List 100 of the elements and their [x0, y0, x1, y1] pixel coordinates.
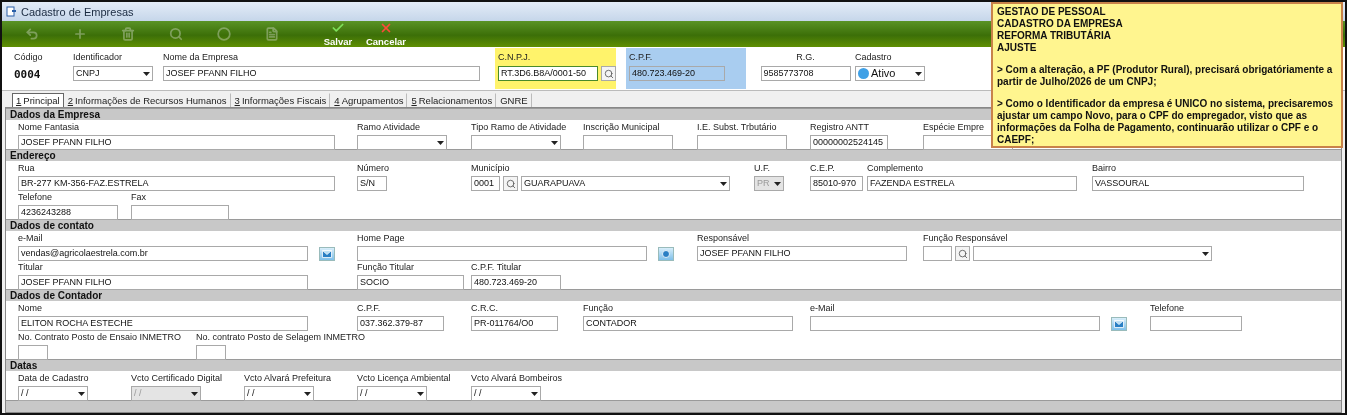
- caret-icon: [531, 391, 538, 396]
- code-field[interactable]: [923, 246, 952, 261]
- caret-icon: [915, 71, 922, 76]
- text-field[interactable]: BR-277 KM-356-FAZ.ESTRELA: [18, 176, 335, 191]
- section-header: Dados de contato: [6, 219, 1341, 231]
- trash-icon: [121, 27, 135, 41]
- note-paragraph: > Com a alteração, a PF (Produtor Rural), precisará obrigatóriamente a partir de Julho/2026 de um CNPJ;: [997, 64, 1334, 88]
- field-label: Ramo Atividade: [357, 122, 421, 133]
- field-label: Bairro: [1092, 163, 1116, 174]
- field-label: C.P.F.: [357, 303, 381, 314]
- text-field[interactable]: 480.723.469-20: [471, 275, 561, 290]
- caret-icon: [304, 391, 311, 396]
- text-field[interactable]: 037.362.379-87: [357, 316, 444, 331]
- field-label: Vcto Alvará Bombeiros: [471, 373, 563, 384]
- field-label: Rua: [18, 163, 35, 174]
- search-icon: [957, 248, 968, 259]
- envelope-icon: [322, 249, 332, 258]
- text-field[interactable]: CONTADOR: [583, 316, 793, 331]
- text-field[interactable]: SOCIO: [357, 275, 464, 290]
- text-field[interactable]: [18, 345, 48, 360]
- field-label: Código: [14, 52, 43, 63]
- text-field[interactable]: 9585773708: [760, 66, 851, 81]
- dropdown[interactable]: CNPJ: [73, 66, 153, 81]
- undo-icon: [25, 27, 39, 41]
- text-field[interactable]: JOSEF PFANN FILHO: [18, 135, 335, 150]
- caret-icon: [417, 391, 424, 396]
- field-label: R.G.: [796, 52, 815, 63]
- dropdown[interactable]: [357, 135, 447, 150]
- caret-icon: [551, 140, 558, 145]
- caret-icon: [1202, 251, 1209, 256]
- text-field[interactable]: JOSEF PFANN FILHO: [163, 66, 480, 81]
- text-field[interactable]: [697, 135, 787, 150]
- field-label: Nome Fantasia: [18, 122, 80, 133]
- field-label: Tipo Ramo de Atividade: [471, 122, 567, 133]
- text-field[interactable]: JOSEF PFANN FILHO: [18, 275, 308, 290]
- field-label: Nome: [18, 303, 42, 314]
- code-field[interactable]: 0001: [471, 176, 500, 191]
- field-label: Vcto Alvará Prefeitura: [244, 373, 332, 384]
- text-field[interactable]: VASSOURAL: [1092, 176, 1304, 191]
- status-dropdown[interactable]: Ativo: [855, 66, 925, 81]
- text-field[interactable]: 00000002524145: [810, 135, 888, 150]
- caret-icon: [437, 140, 444, 145]
- note-heading: REFORMA TRIBUTÁRIA: [997, 30, 1113, 42]
- mail-button[interactable]: [1111, 316, 1127, 331]
- field-label: e-Mail: [810, 303, 835, 314]
- dropdown[interactable]: [471, 135, 561, 150]
- field-label: Inscrição Municipal: [583, 122, 660, 133]
- text-field[interactable]: PR-011764/O0: [471, 316, 558, 331]
- envelope-icon: [1114, 319, 1124, 328]
- text-field[interactable]: [357, 246, 647, 261]
- dropdown[interactable]: / /: [18, 386, 88, 401]
- field-label: Função Titular: [357, 262, 415, 273]
- text-field[interactable]: FAZENDA ESTRELA: [867, 176, 1077, 191]
- text-field[interactable]: 4236243288: [18, 205, 118, 220]
- dropdown[interactable]: [973, 246, 1212, 261]
- field-label: Vcto Certificado Digital: [131, 373, 223, 384]
- field-label: C.P.F.: [629, 52, 654, 63]
- dropdown[interactable]: GUARAPUAVA: [521, 176, 730, 191]
- toolbar-button[interactable]: Salvar: [314, 21, 362, 47]
- text-field[interactable]: [583, 135, 673, 150]
- cross-icon: [379, 21, 393, 35]
- section-header: Dados de Contador: [6, 289, 1341, 301]
- field-label: C.R.C.: [471, 303, 498, 314]
- dropdown[interactable]: / /: [357, 386, 427, 401]
- caret-icon: [191, 391, 198, 396]
- text-field[interactable]: ELITON ROCHA ESTECHE: [18, 316, 308, 331]
- toolbar-button[interactable]: Cancelar: [362, 21, 410, 47]
- circle-icon: [217, 27, 231, 41]
- text-field[interactable]: S/N: [357, 176, 387, 191]
- field-label: C.P.F. Titular: [471, 262, 522, 273]
- search-button[interactable]: [601, 66, 616, 81]
- check-icon: [331, 21, 345, 35]
- note-heading: AJUSTE: [997, 42, 1038, 54]
- tab[interactable]: 1 Principal: [12, 93, 64, 107]
- text-field[interactable]: [810, 316, 1100, 331]
- dropdown[interactable]: / /: [244, 386, 314, 401]
- text-field[interactable]: 480.723.469-20: [629, 66, 725, 81]
- search-button[interactable]: [955, 246, 970, 261]
- text-field[interactable]: [196, 345, 226, 360]
- caret-icon: [720, 181, 727, 186]
- field-label: Data de Cadastro: [18, 373, 89, 384]
- web-button[interactable]: [658, 246, 674, 261]
- text-field[interactable]: [131, 205, 229, 220]
- field-label: Telefone: [1150, 303, 1185, 314]
- text-field[interactable]: [1150, 316, 1242, 331]
- field-label: Número: [357, 163, 389, 174]
- text-field[interactable]: 85010-970: [810, 176, 863, 191]
- field-label: No. contrato Posto de Selagem INMETRO: [196, 332, 366, 343]
- search-button[interactable]: [503, 176, 518, 191]
- field-label: Telefone: [18, 192, 53, 203]
- plus-icon: [73, 27, 87, 41]
- text-field[interactable]: JOSEF PFANN FILHO: [697, 246, 907, 261]
- text-field[interactable]: vendas@agricolaestrela.com.br: [18, 246, 308, 261]
- field-label: Home Page: [357, 233, 405, 244]
- dropdown[interactable]: / /: [471, 386, 541, 401]
- field-label: Complemento: [867, 163, 924, 174]
- field-label: Responsável: [697, 233, 750, 244]
- mail-button[interactable]: [319, 246, 335, 261]
- text-field[interactable]: RT.3D6.B8A/0001-50: [498, 66, 598, 81]
- field-label: I.E. Subst. Trbutário: [697, 122, 777, 133]
